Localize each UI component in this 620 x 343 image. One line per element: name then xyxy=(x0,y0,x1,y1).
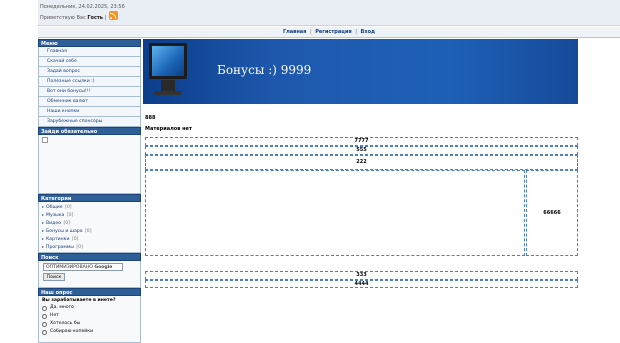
sidebar: Меню Главная Скачай себе Задай вопрос По… xyxy=(38,39,141,343)
menu-item-download[interactable]: Скачай себе xyxy=(38,57,141,67)
rss-icon[interactable] xyxy=(109,11,118,20)
category-item[interactable]: ▸ Видео [0] xyxy=(42,219,140,227)
poll-option-label: Хотелось бы xyxy=(50,321,81,326)
content-main-box xyxy=(145,170,525,256)
category-count: [0] xyxy=(66,213,74,218)
categories-title: Категории xyxy=(38,194,141,202)
bullet-icon: ▸ xyxy=(42,220,45,225)
content-side-box: 66666 xyxy=(526,170,578,256)
greeting-prefix: Приветствую Вас xyxy=(40,15,86,21)
content-text: 888 xyxy=(145,115,156,121)
search-button[interactable]: Поиск xyxy=(43,273,65,281)
category-count: [0] xyxy=(63,221,70,226)
radio-button[interactable] xyxy=(42,305,47,311)
menu-item-ask[interactable]: Задай вопрос xyxy=(38,67,141,77)
categories-list: ▸ Общие [0] ▸ Музыка [0] ▸ Видео [0] ▸ Бонус… xyxy=(38,202,141,253)
poll-block: Вы зарабатываете в инете? Да, много Нет … xyxy=(38,296,141,343)
menu-item-exchange[interactable]: Обменник валют xyxy=(38,97,141,107)
category-label[interactable]: Общие xyxy=(46,205,63,210)
broken-image-icon[interactable] xyxy=(42,137,48,143)
menu-title: Меню xyxy=(38,39,141,47)
category-label[interactable]: Бонусы и шара xyxy=(46,229,83,234)
top-bar xyxy=(38,0,620,26)
category-item[interactable]: ▸ Музыка [0] xyxy=(42,211,140,219)
ad-title: Зайди обязательно xyxy=(38,127,141,135)
monitor-base xyxy=(154,91,182,95)
radio-button[interactable] xyxy=(42,329,47,335)
header-banner: Бонусы :) 9999 xyxy=(143,39,578,104)
poll-option-label: Собираю копейки xyxy=(50,329,94,334)
menu-item-home[interactable]: Главная xyxy=(38,47,141,57)
search-placeholder: ОПТИМИЗИРОВАНО xyxy=(46,265,93,270)
poll-option[interactable]: Нет xyxy=(42,312,137,320)
greeting-user[interactable]: Гость xyxy=(87,15,103,21)
poll-option[interactable]: Собираю копейки xyxy=(42,328,137,336)
poll-option-label: Нет xyxy=(50,313,59,318)
category-item[interactable]: ▸ Программы [0] xyxy=(42,243,140,251)
category-count: [0] xyxy=(65,205,72,210)
category-item[interactable]: ▸ Картинки [0] xyxy=(42,235,140,243)
category-label[interactable]: Музыка xyxy=(46,213,64,218)
bullet-icon: ▸ xyxy=(42,204,45,209)
category-item[interactable]: ▸ Бонусы и шара [0] xyxy=(42,227,140,235)
bullet-icon: ▸ xyxy=(42,244,45,249)
category-label[interactable]: Программы xyxy=(46,245,74,250)
ad-block xyxy=(38,135,141,194)
content-row: 555 xyxy=(145,146,578,155)
category-label[interactable]: Картинки xyxy=(46,237,69,242)
site-title: Бонусы :) 9999 xyxy=(217,63,312,77)
category-count: [0] xyxy=(71,237,79,242)
greeting: Приветствую Вас Гость | xyxy=(40,15,107,21)
date-time: Понедельник, 24.02.2025, 23:56 xyxy=(40,4,125,10)
poll-option-label: Да, много xyxy=(50,305,74,310)
nav-separator: | xyxy=(355,29,357,35)
nav-register[interactable]: Регистрация xyxy=(315,29,351,35)
bullet-icon: ▸ xyxy=(42,228,45,233)
poll-title: Наш опрос xyxy=(38,288,141,296)
content-row: 4444 xyxy=(145,280,578,288)
monitor-icon xyxy=(147,43,189,97)
bullet-icon: ▸ xyxy=(42,212,45,217)
nav-separator: | xyxy=(309,29,312,35)
main-nav: Главная | Регистрация | Вход xyxy=(38,27,620,38)
menu-item-sponsors[interactable]: Зарубежные спонсоры xyxy=(38,117,141,127)
nav-login[interactable]: Вход xyxy=(361,29,376,35)
poll-option[interactable]: Хотелось бы xyxy=(42,320,137,328)
radio-button[interactable] xyxy=(42,321,47,327)
search-title: Поиск xyxy=(38,253,141,261)
search-block: ОПТИМИЗИРОВАНО Google Поиск xyxy=(38,261,141,288)
content-row: 7777 xyxy=(145,137,578,146)
monitor-screen xyxy=(149,43,187,79)
content-row: 222 xyxy=(145,155,578,170)
poll-option[interactable]: Да, много xyxy=(42,304,137,312)
category-count: [0] xyxy=(84,229,92,234)
menu-item-bonuses[interactable]: Вот они бонусы!!! xyxy=(38,87,141,97)
no-materials-text: Материалов нет xyxy=(145,126,192,132)
category-count: [0] xyxy=(76,245,83,250)
google-logo: Google xyxy=(94,265,113,270)
category-item[interactable]: ▸ Общие [0] xyxy=(42,203,140,211)
bullet-icon: ▸ xyxy=(42,236,45,241)
category-label[interactable]: Видео xyxy=(46,221,61,226)
search-input[interactable]: ОПТИМИЗИРОВАНО Google xyxy=(43,263,123,271)
radio-button[interactable] xyxy=(42,313,47,319)
content-row: 333 xyxy=(145,271,578,280)
menu-item-links[interactable]: Полезные ссылки :) xyxy=(38,77,141,87)
menu-item-buttons[interactable]: Наши кнопки xyxy=(38,107,141,117)
nav-home[interactable]: Главная xyxy=(283,29,306,35)
poll-question: Вы зарабатываете в инете? xyxy=(42,298,116,303)
